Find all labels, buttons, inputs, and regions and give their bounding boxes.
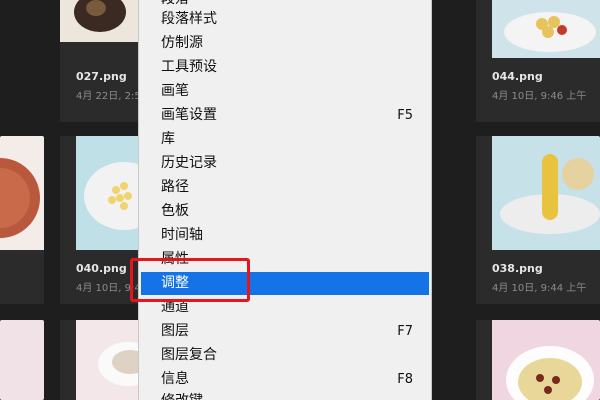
thumbnail-image xyxy=(60,0,140,42)
thumbnail-card-027[interactable]: 027.png 4月 22日, 2:5 xyxy=(60,0,140,122)
menu-item-brush-settings[interactable]: 画笔设置 F5 xyxy=(141,104,429,127)
thumbnail-card[interactable] xyxy=(60,320,140,400)
menu-item-label: 图层 xyxy=(161,323,189,339)
menu-item-label: 调整 xyxy=(161,275,189,291)
menu-item-tool-presets[interactable]: 工具预设 xyxy=(141,56,429,79)
thumbnail-card[interactable] xyxy=(0,320,44,400)
menu-item-shortcut: F5 xyxy=(397,108,413,123)
menu-item-label: 库 xyxy=(161,131,175,147)
thumbnail-card-044[interactable]: 044.png 4月 10日, 9:46 上午 xyxy=(476,0,600,122)
thumbnail-image xyxy=(76,136,140,250)
menu-item-swatches[interactable]: 色板 xyxy=(141,200,429,223)
menu-item-clone-source[interactable]: 仿制源 xyxy=(141,32,429,55)
file-date: 4月 10日, 9:4 xyxy=(76,283,140,294)
menu-item-shortcut: F7 xyxy=(397,324,413,339)
menu-item-history[interactable]: 历史记录 xyxy=(141,152,429,175)
window-menu: 段落 段落样式 仿制源 工具预设 画笔 画笔设置 F5 库 历史记录 路径 色板… xyxy=(138,0,432,400)
thumbnail-image xyxy=(492,0,600,58)
file-date: 4月 10日, 9:44 上午 xyxy=(492,283,587,294)
file-name: 044.png xyxy=(492,70,543,83)
menu-item-label: 画笔设置 xyxy=(161,107,217,123)
menu-item-info[interactable]: 信息 F8 xyxy=(141,368,429,391)
menu-item-label: 画笔 xyxy=(161,83,189,99)
menu-item-label: 工具预设 xyxy=(161,59,217,75)
menu-item-label: 路径 xyxy=(161,179,189,195)
menu-item-paths[interactable]: 路径 xyxy=(141,176,429,199)
menu-item-label: 色板 xyxy=(161,203,189,219)
menu-item-label: 仿制源 xyxy=(161,35,203,51)
menu-item-brushes[interactable]: 画笔 xyxy=(141,80,429,103)
file-name: 040.png xyxy=(76,262,127,275)
menu-item-label: 信息 xyxy=(161,371,189,387)
file-name: 027.png xyxy=(76,70,127,83)
menu-item-paragraph-styles[interactable]: 段落样式 xyxy=(141,8,429,31)
menu-item-timeline[interactable]: 时间轴 xyxy=(141,224,429,247)
menu-item-adjustments[interactable]: 调整 xyxy=(141,272,429,295)
menu-item-label: 通道 xyxy=(161,299,189,315)
thumbnail-image xyxy=(76,320,140,400)
thumbnail-image xyxy=(0,136,44,250)
menu-item-label: 修改键 xyxy=(161,390,203,400)
thumbnail-image xyxy=(492,136,600,250)
menu-item-label: 图层复合 xyxy=(161,347,217,363)
menu-item-label: 属性 xyxy=(161,251,189,267)
thumbnail-card[interactable] xyxy=(0,136,44,304)
thumbnail-card-038[interactable]: 038.png 4月 10日, 9:44 上午 xyxy=(476,136,600,304)
menu-item-modifier-keys[interactable]: 修改键 xyxy=(141,390,429,400)
file-date: 4月 22日, 2:5 xyxy=(76,91,140,102)
menu-item-layer-comps[interactable]: 图层复合 xyxy=(141,344,429,367)
thumbnail-card-040[interactable]: 040.png 4月 10日, 9:4 xyxy=(60,136,140,304)
menu-item-channels[interactable]: 通道 xyxy=(141,296,429,319)
menu-item-label: 时间轴 xyxy=(161,227,203,243)
menu-item-layers[interactable]: 图层 F7 xyxy=(141,320,429,343)
thumbnail-image xyxy=(0,320,44,400)
thumbnail-card[interactable] xyxy=(476,320,600,400)
file-name: 038.png xyxy=(492,262,543,275)
menu-item-properties[interactable]: 属性 xyxy=(141,248,429,271)
menu-item-label: 历史记录 xyxy=(161,155,217,171)
menu-item-shortcut: F8 xyxy=(397,372,413,387)
thumbnail-image xyxy=(492,320,600,400)
menu-item-libraries[interactable]: 库 xyxy=(141,128,429,151)
file-date: 4月 10日, 9:46 上午 xyxy=(492,91,587,102)
menu-item-label: 段落样式 xyxy=(161,11,217,27)
